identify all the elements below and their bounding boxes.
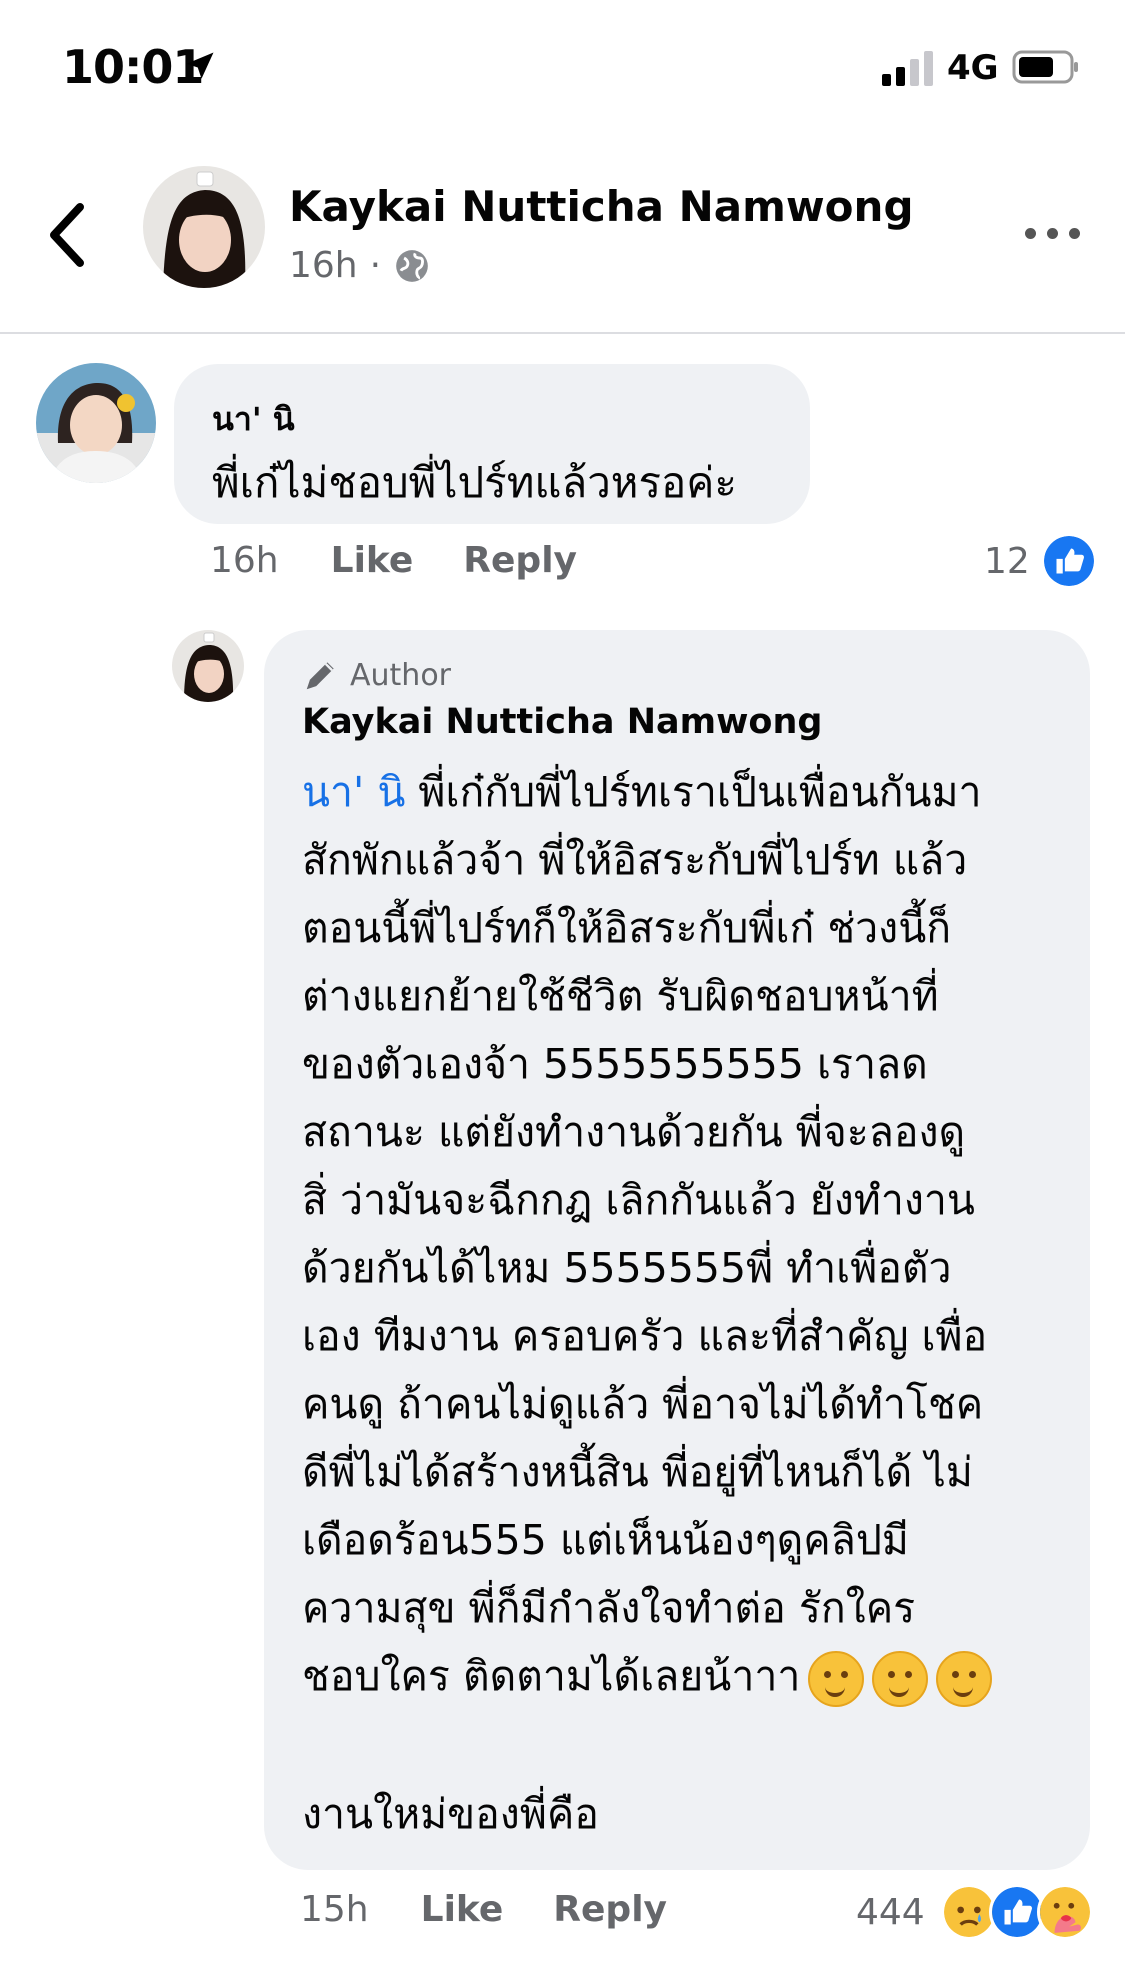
kissing-face-emoji-icon [808, 1651, 865, 1707]
mention-link[interactable]: นา' นิ [302, 768, 405, 816]
comment-text: นา' นิ พี่เก๋กับพี่ไปร์ทเราเป็นเพื่อนกัน… [302, 758, 1072, 1710]
pen-icon [306, 662, 334, 690]
comment-actions: 16h Like Reply [210, 540, 577, 581]
care-reaction-icon [1036, 1884, 1093, 1940]
commenter-name[interactable]: นา' นิ [212, 394, 295, 445]
reaction-count: 12 [984, 540, 1030, 582]
comment-time: 15h [300, 1889, 369, 1930]
like-reaction-icon [1043, 536, 1094, 586]
location-arrow-icon [186, 52, 214, 79]
comment-text: พี่เก๋ไม่ชอบพี่ไปร์ทแล้วหรอค่ะ [212, 458, 737, 507]
smiling-face-emoji-icon [872, 1651, 929, 1707]
comment-actions: 15h Like Reply [300, 1889, 667, 1930]
avatar[interactable] [143, 166, 265, 288]
comment-body: พี่เก๋กับพี่ไปร์ทเราเป็นเพื่อนกันมา สักพ… [302, 768, 988, 1700]
reaction-summary[interactable]: 444 [856, 1884, 1093, 1940]
globe-icon [396, 249, 428, 282]
battery-icon [1012, 50, 1078, 84]
post-header: Kaykai Nutticha Namwong 16h · [0, 140, 1125, 334]
more-options-button[interactable] [1025, 218, 1081, 248]
like-button[interactable]: Like [331, 540, 414, 581]
commenter-name[interactable]: Kaykai Nutticha Namwong [302, 702, 822, 742]
avatar[interactable] [172, 630, 244, 702]
like-button[interactable]: Like [421, 1889, 504, 1930]
author-badge: Author [302, 656, 451, 694]
back-button[interactable] [44, 197, 94, 273]
post-meta: 16h · [289, 245, 431, 286]
reply-button[interactable]: Reply [463, 540, 577, 581]
network-label: 4G [947, 48, 999, 88]
comment-time: 16h [210, 540, 279, 581]
reaction-count: 444 [856, 1891, 925, 1933]
author-name[interactable]: Kaykai Nutticha Namwong [289, 182, 914, 231]
comment-bubble: Author Kaykai Nutticha Namwong นา' นิ พี… [264, 630, 1090, 1870]
avatar[interactable] [36, 363, 156, 483]
meta-separator: · [369, 245, 382, 286]
comment-bubble: นา' นิ พี่เก๋ไม่ชอบพี่ไปร์ทแล้วหรอค่ะ [174, 364, 810, 524]
reaction-summary[interactable]: 12 [984, 536, 1094, 586]
post-time: 16h [289, 245, 358, 286]
grinning-squinting-face-emoji-icon [936, 1651, 993, 1707]
author-badge-label: Author [350, 657, 452, 693]
status-bar: 10:01 4G [0, 0, 1125, 140]
signal-icon [882, 50, 936, 86]
reply-button[interactable]: Reply [553, 1889, 667, 1930]
comment-text-continuation: งานใหม่ของพี่คือ [302, 1790, 599, 1838]
